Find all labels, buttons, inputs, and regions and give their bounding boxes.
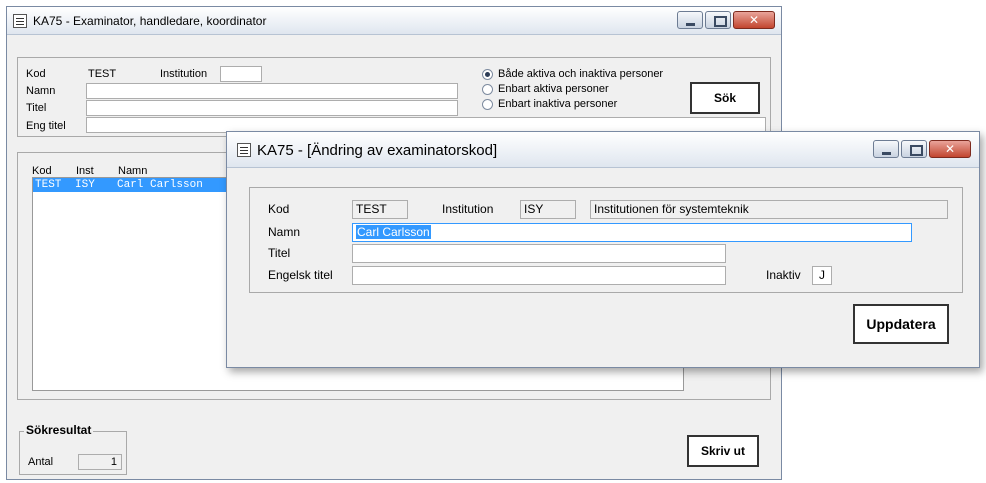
search-button[interactable]: Sök: [690, 82, 760, 114]
radio-icon: [482, 98, 493, 110]
dlg-inaktiv-input[interactable]: J: [812, 266, 832, 285]
dialog-minimize-button[interactable]: [873, 140, 899, 158]
titel-label: Titel: [26, 102, 47, 114]
summary-title: Sökresultat: [24, 423, 94, 437]
radio-active-label: Enbart aktiva personer: [498, 83, 609, 95]
antal-value: 1: [78, 454, 122, 470]
dialog-title: KA75 - [Ändring av examinatorskod]: [257, 142, 498, 159]
radio-both[interactable]: Både aktiva och inaktiva personer: [482, 68, 663, 80]
print-button[interactable]: Skriv ut: [687, 435, 759, 467]
col-namn[interactable]: Namn: [118, 165, 147, 177]
dlg-institution-name: Institutionen för systemteknik: [590, 200, 948, 219]
row-kod: TEST: [35, 179, 62, 191]
dlg-institution-label: Institution: [442, 202, 494, 216]
radio-selected-icon: [482, 68, 493, 80]
institution-label: Institution: [160, 68, 208, 80]
col-kod[interactable]: Kod: [32, 165, 52, 177]
app-icon: [237, 143, 251, 157]
dlg-namn-selection: Carl Carlsson: [356, 225, 431, 239]
dlg-titel-input[interactable]: [352, 244, 726, 263]
row-namn: Carl Carlsson: [117, 179, 203, 191]
dlg-titel-label: Titel: [268, 246, 291, 260]
dlg-namn-input[interactable]: Carl Carlsson: [352, 223, 912, 242]
antal-label: Antal: [28, 456, 54, 468]
table-row[interactable]: TEST ISY Carl Carlsson: [33, 178, 233, 192]
radio-icon: [482, 83, 493, 95]
dialog-close-button[interactable]: [929, 140, 971, 158]
institution-input[interactable]: [220, 66, 262, 82]
app-icon: [13, 14, 27, 28]
dlg-kod-value: TEST: [352, 200, 408, 219]
dialog-titlebar[interactable]: KA75 - [Ändring av examinatorskod]: [227, 132, 979, 168]
main-window-title: KA75 - Examinator, handledare, koordinat…: [33, 14, 267, 28]
dlg-engelsk-titel-label: Engelsk titel: [268, 268, 333, 282]
main-titlebar[interactable]: KA75 - Examinator, handledare, koordinat…: [7, 7, 781, 35]
dlg-inaktiv-label: Inaktiv: [766, 268, 801, 282]
search-group: Kod TEST Institution Namn Titel Eng tite…: [17, 57, 771, 137]
titel-input[interactable]: [86, 100, 458, 116]
minimize-button[interactable]: [677, 11, 703, 29]
radio-inactive-label: Enbart inaktiva personer: [498, 98, 618, 110]
kod-input[interactable]: TEST: [84, 66, 132, 82]
summary-group: Sökresultat Antal 1: [19, 423, 127, 475]
radio-both-label: Både aktiva och inaktiva personer: [498, 68, 664, 80]
kod-label: Kod: [26, 68, 46, 80]
row-inst: ISY: [75, 179, 95, 191]
namn-input[interactable]: [86, 83, 458, 99]
dlg-engelsk-titel-input[interactable]: [352, 266, 726, 285]
close-button[interactable]: [733, 11, 775, 29]
namn-label: Namn: [26, 85, 56, 97]
dialog-form-group: Kod TEST Institution ISY Institutionen f…: [249, 187, 963, 293]
col-inst[interactable]: Inst: [76, 165, 94, 177]
dlg-institution-code: ISY: [520, 200, 576, 219]
eng-titel-label: Eng titel: [26, 120, 66, 132]
maximize-button[interactable]: [705, 11, 731, 29]
radio-active[interactable]: Enbart aktiva personer: [482, 83, 609, 95]
dlg-kod-label: Kod: [268, 202, 290, 216]
edit-dialog: KA75 - [Ändring av examinatorskod] Kod T…: [226, 131, 980, 368]
update-button[interactable]: Uppdatera: [853, 304, 949, 344]
dialog-maximize-button[interactable]: [901, 140, 927, 158]
radio-inactive[interactable]: Enbart inaktiva personer: [482, 98, 617, 110]
dlg-namn-label: Namn: [268, 225, 301, 239]
